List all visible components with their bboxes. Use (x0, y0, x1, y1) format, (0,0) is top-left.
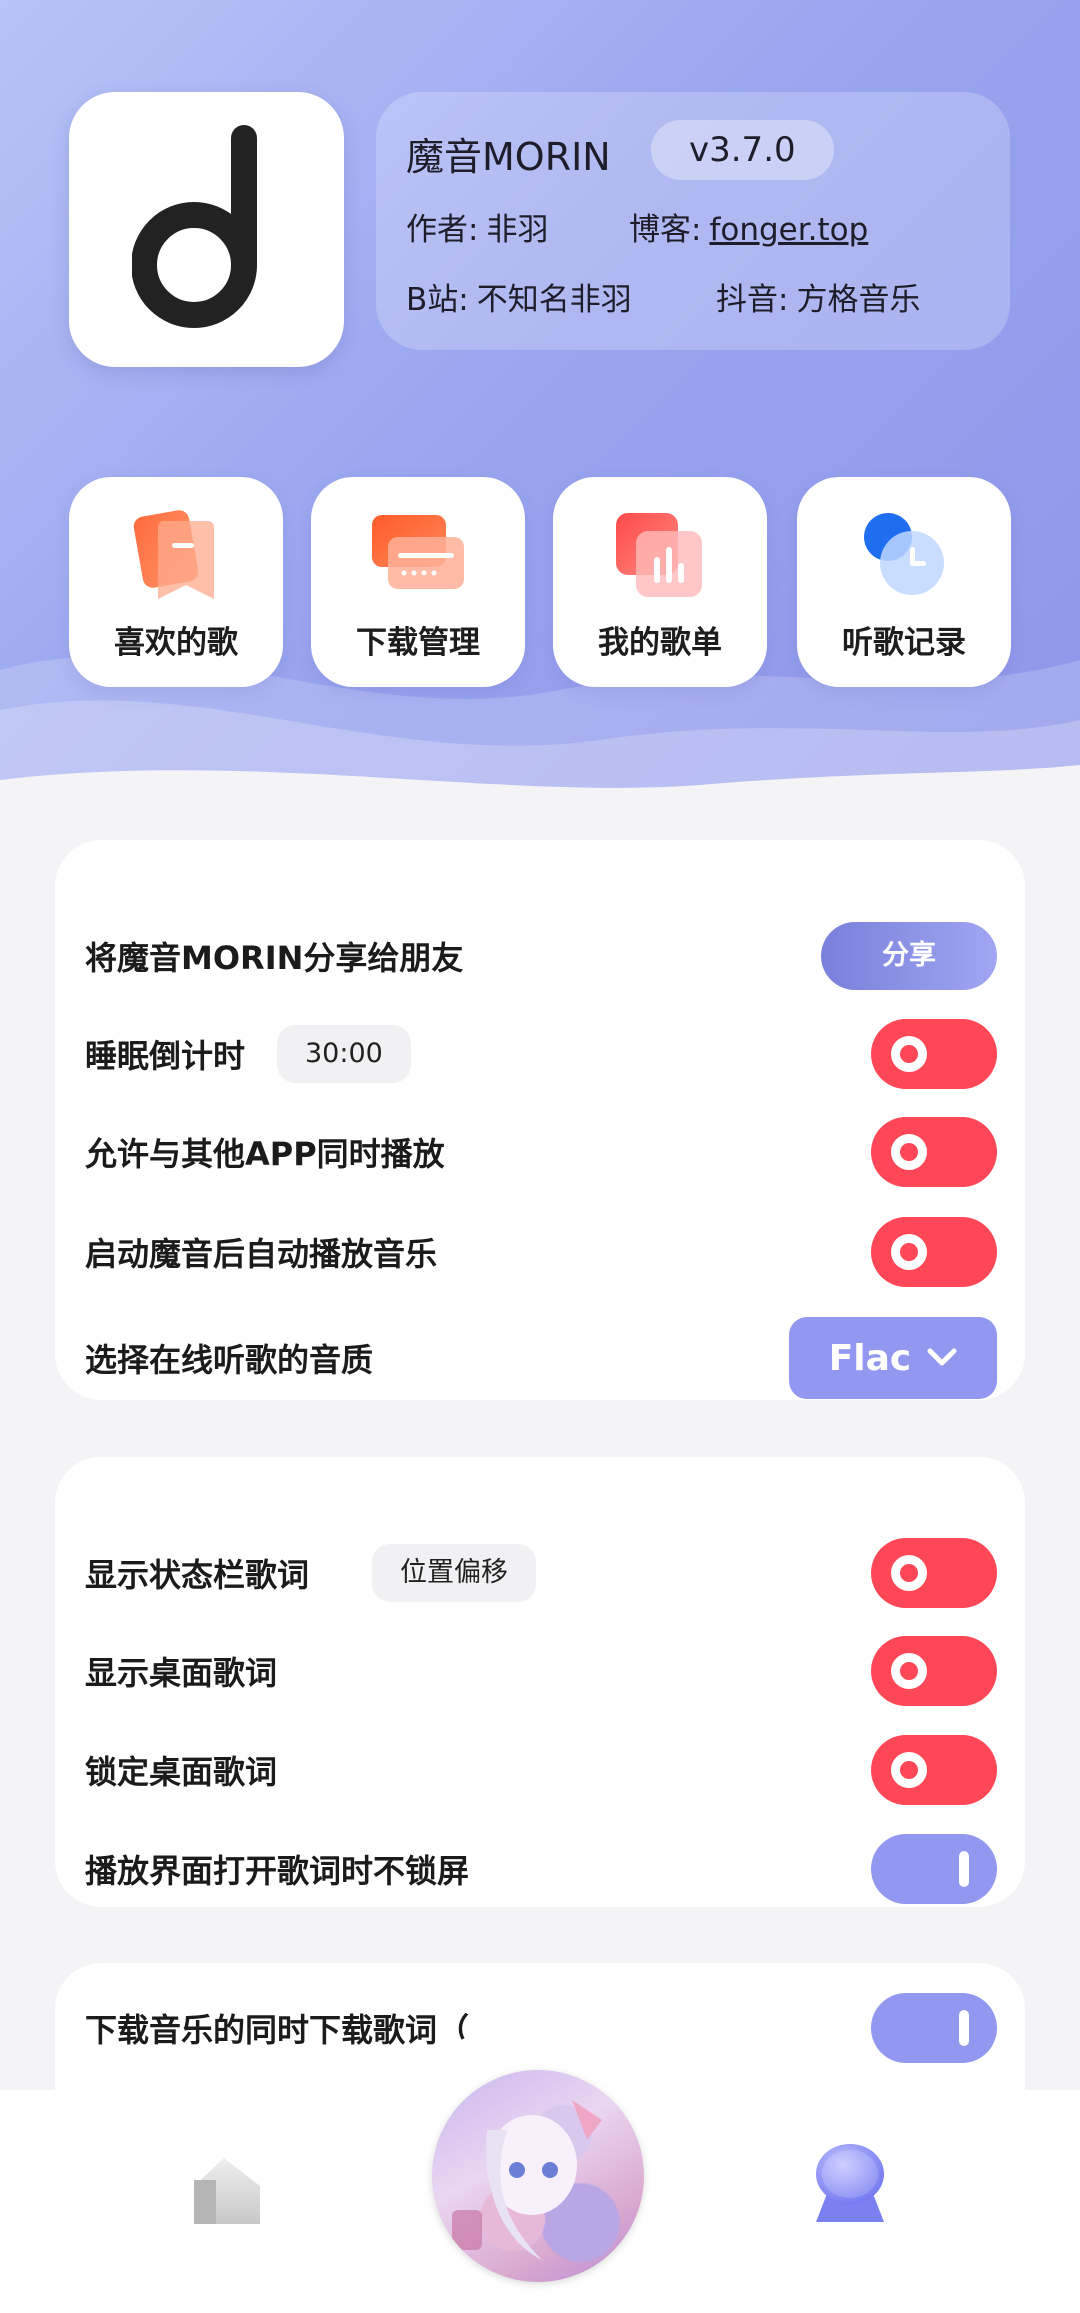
no-lock-screen-label: 播放界面打开歌词时不锁屏 (85, 1852, 470, 1890)
sleep-timer-value[interactable]: 30:00 (277, 1025, 411, 1083)
home-icon[interactable] (188, 2150, 268, 2230)
settings-screen: 魔音MORIN v3.7.0 作者: 非羽 博客: fonger.top B站: 不知… (0, 0, 1080, 2313)
cover-art-image (452, 2100, 602, 2260)
quality-row: 选择在线听歌的音质 Flac (85, 1317, 997, 1399)
listen-history-label: 听歌记录 (842, 625, 966, 661)
autoplay-label: 启动魔音后自动播放音乐 (85, 1235, 438, 1273)
user-icon[interactable] (810, 2142, 890, 2227)
quick-actions: 喜欢的歌 下载管理 我的歌单 听歌记录 (69, 477, 1011, 689)
author-label: 作者: (406, 212, 479, 248)
history-clock-icon (864, 513, 944, 595)
desktop-lyrics-toggle[interactable] (871, 1636, 997, 1706)
share-button[interactable]: 分享 (821, 922, 997, 990)
author-info: 作者: 非羽 (406, 204, 548, 249)
douyin-label: 抖音: (716, 282, 789, 318)
favorite-songs-button[interactable]: 喜欢的歌 (69, 477, 283, 687)
toggle-knob (891, 1752, 927, 1788)
no-lock-screen-toggle[interactable] (871, 1834, 997, 1904)
bookmark-heart-icon (133, 510, 214, 599)
lock-desktop-lyrics-row: 锁定桌面歌词 (85, 1730, 997, 1810)
toggle-knob (891, 1234, 927, 1270)
download-manager-label: 下载管理 (356, 625, 480, 661)
share-row: 将魔音MORIN分享给朋友 分享 (85, 916, 997, 996)
sleep-timer-row: 睡眠倒计时 30:00 (85, 1014, 997, 1094)
no-lock-screen-row: 播放界面打开歌词时不锁屏 (85, 1829, 997, 1909)
toggle-bar (959, 1851, 969, 1887)
douyin-info: 抖音: 方格音乐 (716, 274, 920, 319)
bottom-navigation (0, 2010, 1080, 2313)
quality-label: 选择在线听歌的音质 (85, 1341, 374, 1379)
bilibili-value: 不知名非羽 (476, 282, 632, 318)
mix-playback-label: 允许与其他APP同时播放 (85, 1135, 445, 1173)
now-playing-cover[interactable] (432, 2070, 644, 2282)
statusbar-lyrics-toggle[interactable] (871, 1538, 997, 1608)
toggle-knob (891, 1134, 927, 1170)
blog-info: 博客: fonger.top (629, 204, 868, 249)
douyin-value: 方格音乐 (796, 282, 921, 318)
sleep-timer-toggle[interactable] (871, 1019, 997, 1089)
toggle-knob (891, 1555, 927, 1591)
mix-playback-toggle[interactable] (871, 1117, 997, 1187)
toggle-knob (891, 1653, 927, 1689)
chevron-down-icon (927, 1348, 957, 1366)
autoplay-toggle[interactable] (871, 1217, 997, 1287)
lock-desktop-lyrics-toggle[interactable] (871, 1735, 997, 1805)
lyrics-settings-card: 显示状态栏歌词 位置偏移 显示桌面歌词 锁定桌面歌词 播放界面打开歌词时不锁屏 (55, 1457, 1025, 1907)
share-label: 将魔音MORIN分享给朋友 (85, 939, 464, 977)
general-settings-card: 将魔音MORIN分享给朋友 分享 睡眠倒计时 30:00 允许与其他APP同时播… (55, 840, 1025, 1400)
desktop-lyrics-label: 显示桌面歌词 (85, 1654, 278, 1692)
quality-select[interactable]: Flac (789, 1317, 997, 1399)
position-offset-button[interactable]: 位置偏移 (372, 1544, 536, 1602)
listen-history-button[interactable]: 听歌记录 (797, 477, 1011, 687)
blog-link[interactable]: fonger.top (709, 212, 868, 248)
music-note-d-logo-icon (131, 124, 257, 328)
my-playlists-button[interactable]: 我的歌单 (553, 477, 767, 687)
app-logo (69, 92, 344, 367)
app-info-card: 魔音MORIN v3.7.0 作者: 非羽 博客: fonger.top B站: 不知… (376, 92, 1010, 350)
download-manager-button[interactable]: 下载管理 (311, 477, 525, 687)
favorite-songs-label: 喜欢的歌 (114, 625, 238, 661)
sleep-timer-label: 睡眠倒计时 (85, 1037, 246, 1075)
bilibili-info: B站: 不知名非羽 (406, 274, 632, 319)
toggle-knob (891, 1036, 927, 1072)
autoplay-row: 启动魔音后自动播放音乐 (85, 1212, 997, 1292)
playlist-bars-icon (616, 513, 702, 597)
quality-value: Flac (828, 1337, 912, 1379)
author-value: 非羽 (486, 212, 549, 248)
desktop-lyrics-row: 显示桌面歌词 (85, 1631, 997, 1711)
statusbar-lyrics-row: 显示状态栏歌词 位置偏移 (85, 1533, 997, 1613)
lock-desktop-lyrics-label: 锁定桌面歌词 (85, 1753, 278, 1791)
version-badge: v3.7.0 (651, 120, 834, 180)
my-playlists-label: 我的歌单 (598, 625, 722, 661)
mix-playback-row: 允许与其他APP同时播放 (85, 1112, 997, 1192)
bilibili-label: B站: (406, 282, 469, 318)
statusbar-lyrics-label: 显示状态栏歌词 (85, 1556, 310, 1594)
blog-label: 博客: (629, 212, 702, 248)
download-stack-icon (372, 515, 464, 589)
app-name: 魔音MORIN (406, 135, 611, 179)
